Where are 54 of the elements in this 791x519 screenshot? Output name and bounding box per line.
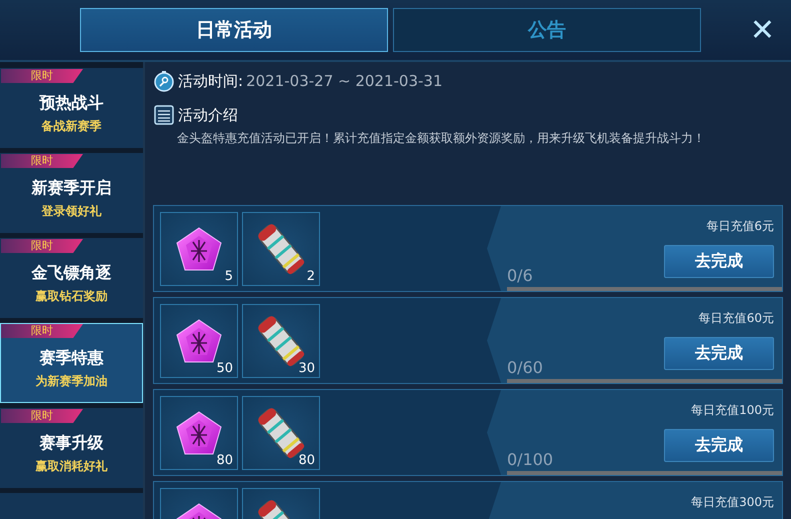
stopwatch-icon [153, 70, 175, 92]
limited-badge: 限时 [1, 69, 83, 83]
list-icon [153, 104, 175, 126]
limited-badge: 限时 [1, 409, 83, 423]
gem-icon [175, 318, 223, 364]
reward-slot[interactable]: 2 [242, 212, 320, 286]
close-button[interactable]: ✕ [744, 12, 781, 48]
time-value: 2021-03-27 ~ 2021-03-31 [246, 72, 443, 90]
complete-button[interactable]: 去完成 [664, 429, 774, 462]
task-title: 每日充值6元 [706, 218, 774, 235]
reward-count: 80 [298, 453, 315, 468]
reward-count: 30 [298, 361, 315, 376]
reward-slot[interactable]: 5 [160, 212, 238, 286]
intro-title: 活动介绍 [178, 106, 238, 124]
progress-text: 0/60 [507, 358, 543, 377]
limited-badge: 限时 [1, 154, 83, 168]
item-title: 赛季特惠 [40, 348, 104, 369]
item-subtitle: 赢取消耗好礼 [36, 458, 108, 475]
reward-count: 5 [224, 269, 233, 284]
item-title: 新赛季开启 [32, 178, 112, 199]
item-subtitle: 登录领好礼 [42, 203, 102, 220]
reward-slot[interactable]: 80 [160, 396, 238, 470]
progress-text: 0/6 [507, 266, 533, 285]
sidebar-item[interactable]: 限时 新赛季开启 登录领好礼 [0, 153, 143, 233]
sidebar-item[interactable]: 限时 赛季特惠 为新赛季加油 [0, 323, 143, 403]
gem-icon [175, 226, 223, 272]
item-title: 预热战斗 [40, 93, 104, 114]
gem-icon [175, 410, 223, 456]
item-title: 赛事升级 [40, 433, 104, 454]
item-subtitle: 为新赛季加油 [36, 373, 108, 390]
tab[interactable]: 公告 [393, 8, 701, 52]
limited-badge: 限时 [1, 324, 83, 338]
limited-badge: 限时 [1, 239, 83, 253]
sidebar-item[interactable]: 限时 赛事升级 赢取消耗好礼 [0, 408, 143, 488]
reward-slot[interactable]: 50 [160, 304, 238, 378]
complete-button[interactable]: 去完成 [664, 245, 774, 278]
sidebar-item[interactable]: 限时 预热战斗 备战新赛季 [0, 68, 143, 148]
complete-button[interactable]: 去完成 [664, 337, 774, 370]
reward-count: 50 [216, 361, 233, 376]
item-subtitle: 赢取钻石奖励 [36, 288, 108, 305]
reward-count: 2 [306, 269, 315, 284]
sidebar-item[interactable]: 限时 金飞镖角逐 赢取钻石奖励 [0, 238, 143, 318]
tab[interactable]: 日常活动 [80, 8, 388, 52]
reward-count: 80 [216, 453, 233, 468]
item-title: 金飞镖角逐 [32, 263, 112, 284]
task-title: 每日充值100元 [691, 402, 774, 419]
reward-slot[interactable]: 30 [242, 304, 320, 378]
task-title: 每日充值300元 [691, 494, 774, 511]
time-label: 活动时间: [178, 72, 244, 90]
progress-text: 0/100 [507, 450, 554, 469]
intro-text: 金头盔特惠充值活动已开启！累计充值指定金额获取额外资源奖励，用来升级飞机装备提升战斗力！ [177, 130, 706, 147]
reward-slot[interactable]: 80 [242, 396, 320, 470]
task-title: 每日充值60元 [698, 310, 774, 327]
item-subtitle: 备战新赛季 [42, 118, 102, 135]
